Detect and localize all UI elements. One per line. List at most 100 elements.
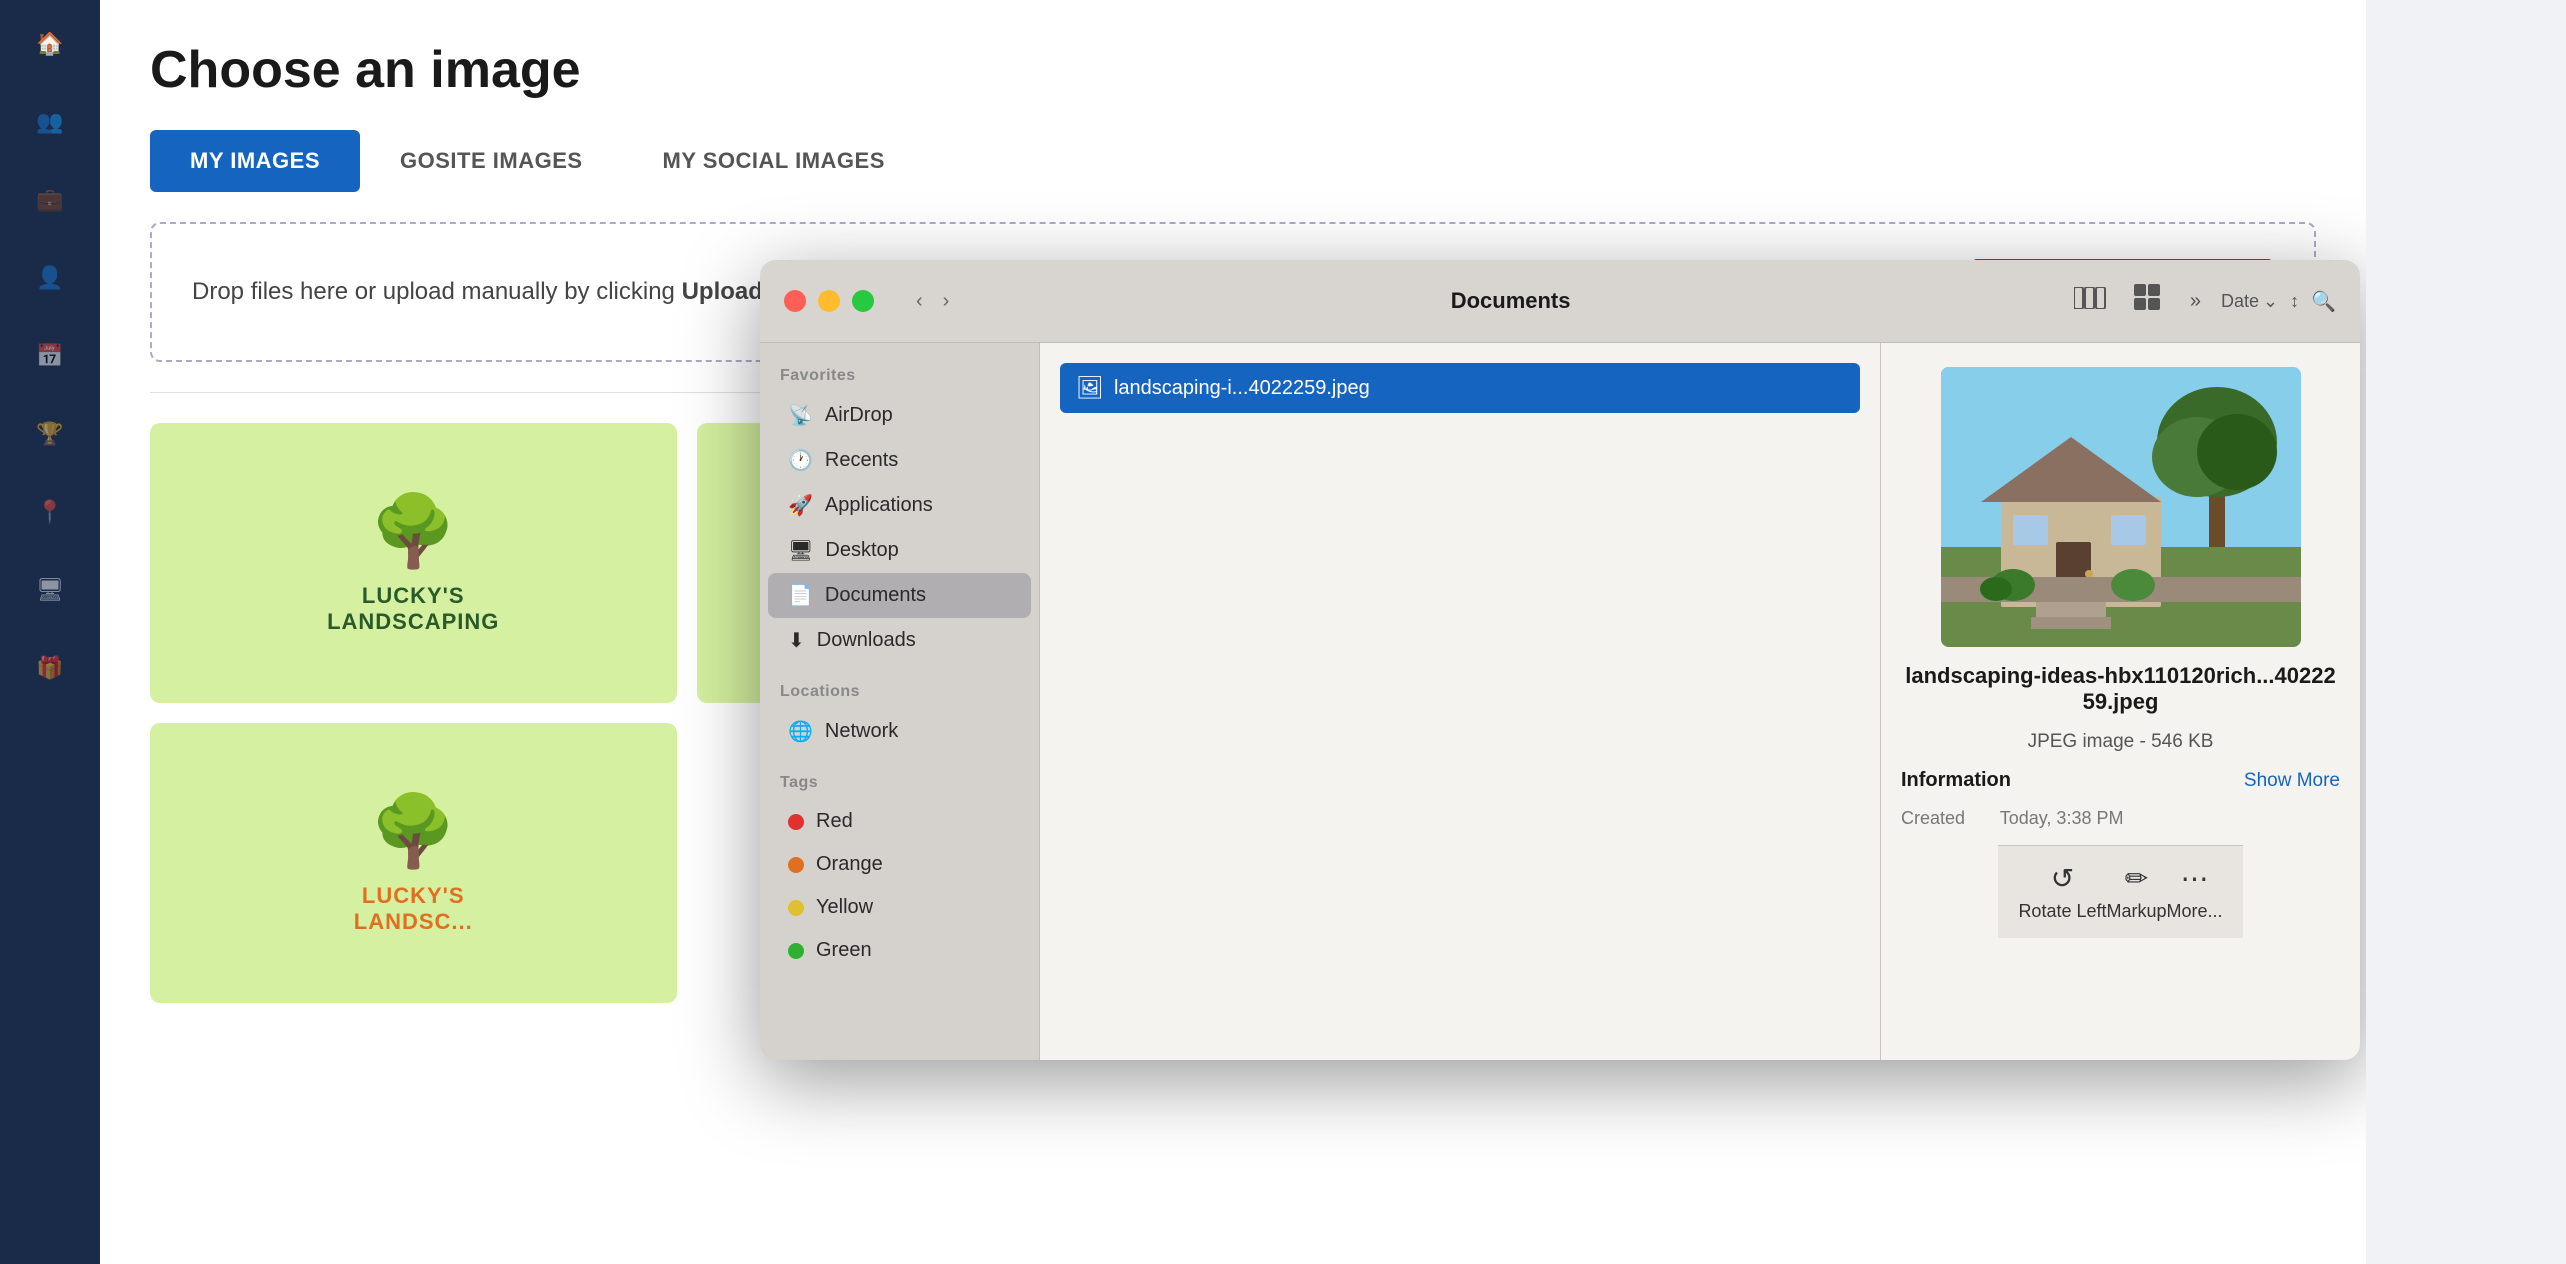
finder-locations-section: Locations 🌐 Network bbox=[760, 679, 1039, 754]
page-title: Choose an image bbox=[150, 40, 2316, 100]
preview-image-container bbox=[1941, 367, 2301, 647]
finder-body: Favorites 📡 AirDrop 🕐 Recents 🚀 Applicat… bbox=[760, 343, 2360, 1060]
finder-title: Documents bbox=[971, 288, 2050, 314]
sidebar-icon-user[interactable]: 👤 bbox=[26, 254, 74, 302]
finder-back-button[interactable]: ‹ bbox=[910, 288, 929, 315]
yellow-tag-dot bbox=[788, 900, 804, 916]
tab-gosite-images[interactable]: GOSITE IMAGES bbox=[360, 130, 623, 192]
finder-rotate-left-button[interactable]: ↺ Rotate Left bbox=[2018, 862, 2106, 922]
finder-tags-section: Tags Red Orange Yellow bbox=[760, 770, 1039, 972]
applications-icon: 🚀 bbox=[788, 493, 813, 518]
image-card-1[interactable]: 🌳 LUCKY'SLANDSCAPING bbox=[150, 423, 677, 703]
finder-sidebar-downloads-label: Downloads bbox=[817, 629, 916, 652]
finder-sort-button[interactable]: Date ⌄ bbox=[2221, 291, 2278, 312]
finder-sidebar-desktop-label: Desktop bbox=[825, 539, 898, 562]
finder-forward-button[interactable]: › bbox=[937, 288, 956, 315]
rotate-left-icon: ↺ bbox=[2051, 862, 2074, 895]
preview-created-value: Today, 3:38 PM bbox=[2000, 808, 2124, 828]
markup-icon: ✏ bbox=[2125, 862, 2148, 895]
finder-titlebar: ‹ › Documents bbox=[760, 260, 2360, 343]
finder-tag-yellow-label: Yellow bbox=[816, 896, 873, 919]
tab-my-social-images[interactable]: MY SOCIAL IMAGES bbox=[623, 130, 925, 192]
window-maximize-button[interactable] bbox=[852, 290, 874, 312]
preview-info-label: Information bbox=[1901, 769, 2011, 792]
finder-sidebar-airdrop-label: AirDrop bbox=[825, 404, 893, 427]
finder-more-options-button[interactable]: » bbox=[2182, 286, 2209, 317]
red-tag-dot bbox=[788, 814, 804, 830]
finder-file-item-1[interactable]: 🖼 landscaping-i...4022259.jpeg bbox=[1060, 363, 1860, 413]
finder-view-grid-button[interactable] bbox=[2126, 280, 2170, 322]
sidebar-icon-award[interactable]: 🏆 bbox=[26, 410, 74, 458]
network-icon: 🌐 bbox=[788, 719, 813, 744]
finder-files-list: 🖼 landscaping-i...4022259.jpeg bbox=[1040, 343, 1880, 1060]
finder-sidebar-documents-label: Documents bbox=[825, 584, 926, 607]
image-card-5[interactable]: 🌳 LUCKY'SLANDSC... bbox=[150, 723, 677, 1003]
preview-created-info: Created Today, 3:38 PM bbox=[1901, 808, 2340, 829]
finder-dialog: ‹ › Documents bbox=[760, 260, 2360, 1060]
preview-show-more-button[interactable]: Show More bbox=[2244, 770, 2340, 792]
finder-tag-green[interactable]: Green bbox=[768, 929, 1031, 972]
rotate-left-label: Rotate Left bbox=[2018, 901, 2106, 922]
sidebar-icon-calendar[interactable]: 📅 bbox=[26, 332, 74, 380]
sidebar-icon-gift[interactable]: 🎁 bbox=[26, 644, 74, 692]
finder-sidebar-applications[interactable]: 🚀 Applications bbox=[768, 483, 1031, 528]
downloads-icon: ⬇ bbox=[788, 628, 805, 653]
tab-my-images[interactable]: MY IMAGES bbox=[150, 130, 360, 192]
finder-sort-label: Date bbox=[2221, 291, 2259, 312]
finder-preview-actions: ↺ Rotate Left ✏ Markup ⋯ More... bbox=[1998, 845, 2242, 938]
finder-file-name-1: landscaping-i...4022259.jpeg bbox=[1114, 377, 1370, 400]
window-controls bbox=[784, 290, 874, 312]
finder-sidebar-downloads[interactable]: ⬇ Downloads bbox=[768, 618, 1031, 663]
finder-tag-orange[interactable]: Orange bbox=[768, 843, 1031, 886]
finder-file-area: 🖼 landscaping-i...4022259.jpeg bbox=[1040, 343, 1880, 1060]
finder-tag-red[interactable]: Red bbox=[768, 800, 1031, 843]
finder-toolbar-right: » Date ⌄ ↕ 🔍 bbox=[2066, 280, 2336, 322]
sidebar-icon-home[interactable]: 🏠 bbox=[26, 20, 74, 68]
finder-favorites-section: Favorites 📡 AirDrop 🕐 Recents 🚀 Applicat… bbox=[760, 363, 1039, 663]
finder-tags-label: Tags bbox=[760, 770, 1039, 800]
main-content: Choose an image MY IMAGES GOSITE IMAGES … bbox=[100, 0, 2366, 1264]
recents-icon: 🕐 bbox=[788, 448, 813, 473]
finder-preview-panel: landscaping-ideas-hbx110120rich...402225… bbox=[1880, 343, 2360, 1060]
preview-filetype: JPEG image - 546 KB bbox=[2028, 731, 2214, 753]
finder-tag-green-label: Green bbox=[816, 939, 872, 962]
finder-sort-direction-button[interactable]: ↕ bbox=[2290, 291, 2299, 312]
finder-sidebar-network-label: Network bbox=[825, 720, 898, 743]
finder-sidebar-recents-label: Recents bbox=[825, 449, 898, 472]
more-icon: ⋯ bbox=[2181, 862, 2209, 895]
finder-tag-orange-label: Orange bbox=[816, 853, 883, 876]
finder-sidebar-documents[interactable]: 📄 Documents bbox=[768, 573, 1031, 618]
green-tag-dot bbox=[788, 943, 804, 959]
file-icon-1: 🖼 bbox=[1076, 375, 1104, 401]
finder-sidebar-applications-label: Applications bbox=[825, 494, 933, 517]
finder-sidebar-airdrop[interactable]: 📡 AirDrop bbox=[768, 393, 1031, 438]
card-text-5: LUCKY'SLANDSC... bbox=[354, 883, 473, 935]
sidebar-icon-monitor[interactable]: 🖥 bbox=[26, 566, 74, 614]
finder-sidebar-desktop[interactable]: 🖥 Desktop bbox=[768, 528, 1031, 573]
finder-search-button[interactable]: 🔍 bbox=[2311, 289, 2336, 314]
markup-label: Markup bbox=[2107, 901, 2167, 922]
sidebar-icon-briefcase[interactable]: 💼 bbox=[26, 176, 74, 224]
finder-more-button[interactable]: ⋯ More... bbox=[2167, 862, 2223, 922]
preview-created-label: Created bbox=[1901, 808, 1965, 828]
finder-tag-red-label: Red bbox=[816, 810, 853, 833]
window-minimize-button[interactable] bbox=[818, 290, 840, 312]
tree-icon-5: 🌳 bbox=[370, 791, 457, 873]
preview-image-visual bbox=[1941, 367, 2301, 647]
sidebar: 🏠 👥 💼 👤 📅 🏆 📍 🖥 🎁 bbox=[0, 0, 100, 1264]
finder-favorites-label: Favorites bbox=[760, 363, 1039, 393]
finder-sidebar-recents[interactable]: 🕐 Recents bbox=[768, 438, 1031, 483]
finder-sidebar-network[interactable]: 🌐 Network bbox=[768, 709, 1031, 754]
airdrop-icon: 📡 bbox=[788, 403, 813, 428]
sidebar-icon-users[interactable]: 👥 bbox=[26, 98, 74, 146]
finder-locations-label: Locations bbox=[760, 679, 1039, 709]
sidebar-icon-location[interactable]: 📍 bbox=[26, 488, 74, 536]
finder-markup-button[interactable]: ✏ Markup bbox=[2107, 862, 2167, 922]
tree-icon-1: 🌳 bbox=[370, 491, 457, 573]
window-close-button[interactable] bbox=[784, 290, 806, 312]
finder-view-columns-button[interactable] bbox=[2066, 283, 2114, 319]
preview-info-header: Information Show More bbox=[1901, 769, 2340, 792]
right-panel bbox=[2366, 0, 2566, 1264]
finder-tag-yellow[interactable]: Yellow bbox=[768, 886, 1031, 929]
finder-nav: ‹ › bbox=[910, 288, 955, 315]
